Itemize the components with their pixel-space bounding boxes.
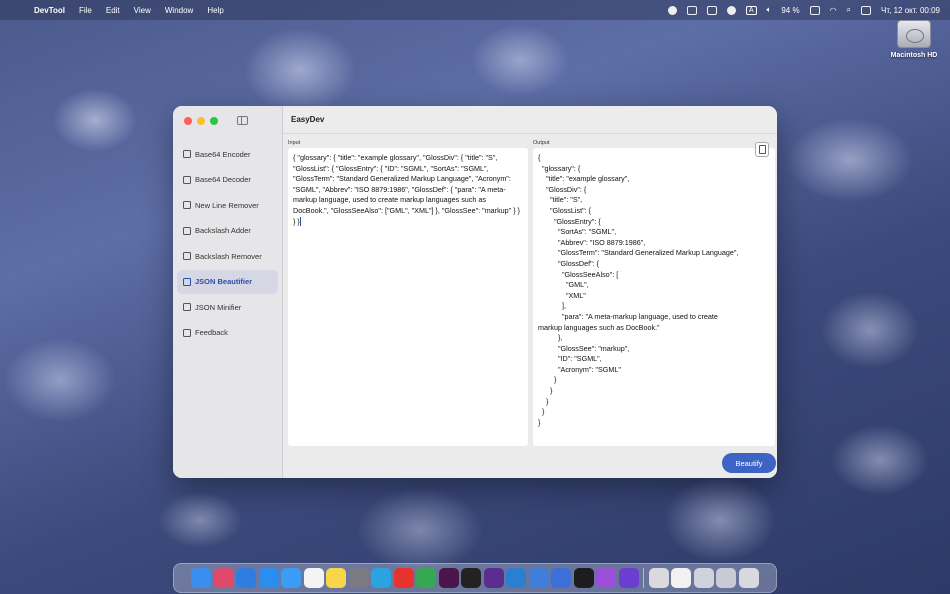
sidebar-item-base64-decoder[interactable]: Base64 Decoder (177, 168, 278, 192)
terminal-icon[interactable] (461, 568, 482, 588)
clock-text[interactable]: Чт, 12 окт. 00:09 (881, 6, 940, 15)
slack-icon[interactable] (438, 568, 459, 588)
calendar-icon[interactable] (303, 568, 324, 588)
copy-output-button[interactable] (755, 142, 769, 157)
dock-separator (643, 568, 645, 588)
window-title: EasyDev (283, 106, 777, 134)
screenshot-icon[interactable] (648, 568, 669, 588)
trash-icon[interactable] (738, 568, 759, 588)
sidebar-item-feedback[interactable]: Feedback (177, 321, 278, 345)
text-icon (183, 201, 191, 209)
zoom-window-button[interactable] (210, 117, 218, 125)
downloads-stack-icon[interactable] (716, 568, 737, 588)
sidebar-item-base64-encoder[interactable]: Base64 Encoder (177, 142, 278, 166)
input-text-area[interactable]: { "glossary": { "title": "example glossa… (288, 148, 528, 446)
input-label: Input (288, 140, 301, 146)
menu-view[interactable]: View (134, 6, 151, 15)
doc-icon (183, 277, 191, 286)
devtool-icon[interactable] (618, 568, 639, 588)
folder-stack-icon[interactable] (693, 568, 714, 588)
input-text: { "glossary": { "title": "example glossa… (293, 153, 521, 226)
sidebar-item-label: JSON Minifier (195, 302, 242, 312)
output-text-area[interactable]: { "glossary": { "title": "example glossa… (533, 148, 775, 446)
spotlight-icon[interactable]: ⌕ (847, 5, 851, 15)
dock (173, 563, 777, 593)
sidebar-item-json-beautifier[interactable]: JSON Beautifier (177, 269, 278, 294)
list-icon (183, 252, 191, 260)
sidebar-item-backslash-remover[interactable]: Backslash Remover (177, 244, 278, 268)
sidebar-item-label: Base64 Encoder (195, 149, 251, 159)
app-store-icon[interactable] (258, 568, 279, 588)
menu-app-name[interactable]: DevTool (34, 6, 65, 15)
keychain-icon[interactable] (706, 5, 717, 15)
sidebar-item-new-line-remover[interactable]: New Line Remover (177, 193, 278, 217)
document-icon[interactable] (671, 568, 692, 588)
vscode-icon[interactable] (506, 568, 527, 588)
list-icon (183, 226, 191, 235)
github-icon[interactable] (483, 568, 504, 588)
status-app-icon[interactable] (667, 5, 677, 15)
vpn-icon[interactable] (726, 5, 736, 15)
battery-icon[interactable] (809, 5, 820, 15)
sidebar-toggle-icon[interactable] (237, 116, 248, 125)
sidebar-item-json-minifier[interactable]: JSON Minifier (177, 295, 278, 319)
volume-icon[interactable]: 🔈︎ (767, 5, 772, 15)
minimize-window-button[interactable] (197, 117, 205, 125)
code-editor-icon[interactable] (573, 568, 594, 588)
sidebar-item-label: Base64 Decoder (195, 175, 251, 184)
sidebar: Base64 Encoder Base64 Decoder New Line R… (173, 106, 283, 478)
notes-icon[interactable] (326, 568, 347, 588)
mail-icon[interactable] (281, 568, 302, 588)
sidebar-item-label: Backslash Adder (195, 226, 251, 235)
menu-window[interactable]: Window (165, 6, 193, 15)
sidebar-item-label: JSON Beautifier (195, 277, 253, 286)
xcode-icon[interactable] (528, 568, 549, 588)
app-window: Base64 Encoder Base64 Decoder New Line R… (173, 106, 777, 478)
menu-bar: DevTool File Edit View Window Help A 🔈︎ … (0, 0, 950, 20)
beautify-button[interactable]: Beautify (722, 453, 776, 473)
settings-icon[interactable] (348, 568, 369, 588)
doc-icon (183, 303, 191, 311)
sidebar-item-backslash-adder[interactable]: Backslash Adder (177, 219, 278, 243)
launchpad-icon[interactable] (213, 568, 234, 588)
lock-icon (183, 150, 191, 158)
chrome-icon[interactable] (416, 568, 437, 588)
main-panel: EasyDev Input Output { "glossary": { "ti… (283, 106, 777, 478)
mail-icon (183, 328, 191, 337)
drive-label: Macintosh HD (890, 52, 938, 59)
safari-icon[interactable] (236, 568, 257, 588)
window-controls (173, 106, 282, 142)
output-label: Output (533, 140, 550, 146)
close-window-button[interactable] (184, 117, 192, 125)
instruments-icon[interactable] (551, 568, 572, 588)
sidebar-item-label: New Line Remover (195, 200, 259, 210)
text-caret (299, 217, 301, 227)
menu-file[interactable]: File (79, 6, 92, 15)
finder-icon[interactable] (191, 568, 212, 588)
podcasts-icon[interactable] (596, 568, 617, 588)
sidebar-item-label: Feedback (195, 328, 228, 337)
telegram-icon[interactable] (371, 568, 392, 588)
unlock-icon (183, 175, 191, 184)
beautifier-content: Input Output { "glossary": { "title": "e… (283, 134, 777, 478)
input-source-icon[interactable]: A (745, 5, 757, 15)
youtube-icon[interactable] (393, 568, 414, 588)
sidebar-item-label: Backslash Remover (195, 251, 262, 261)
control-center-icon[interactable] (861, 5, 872, 15)
hard-drive-icon (897, 20, 931, 48)
wifi-icon[interactable]: ◠ (830, 6, 837, 15)
sidebar-nav: Base64 Encoder Base64 Decoder New Line R… (173, 142, 282, 345)
battery-text[interactable]: 94 % (781, 6, 799, 15)
macintosh-hd-desktop-item[interactable]: Macintosh HD (888, 20, 940, 59)
menu-edit[interactable]: Edit (106, 6, 120, 15)
menu-help[interactable]: Help (207, 6, 223, 15)
screen-mirroring-icon[interactable] (686, 5, 697, 15)
